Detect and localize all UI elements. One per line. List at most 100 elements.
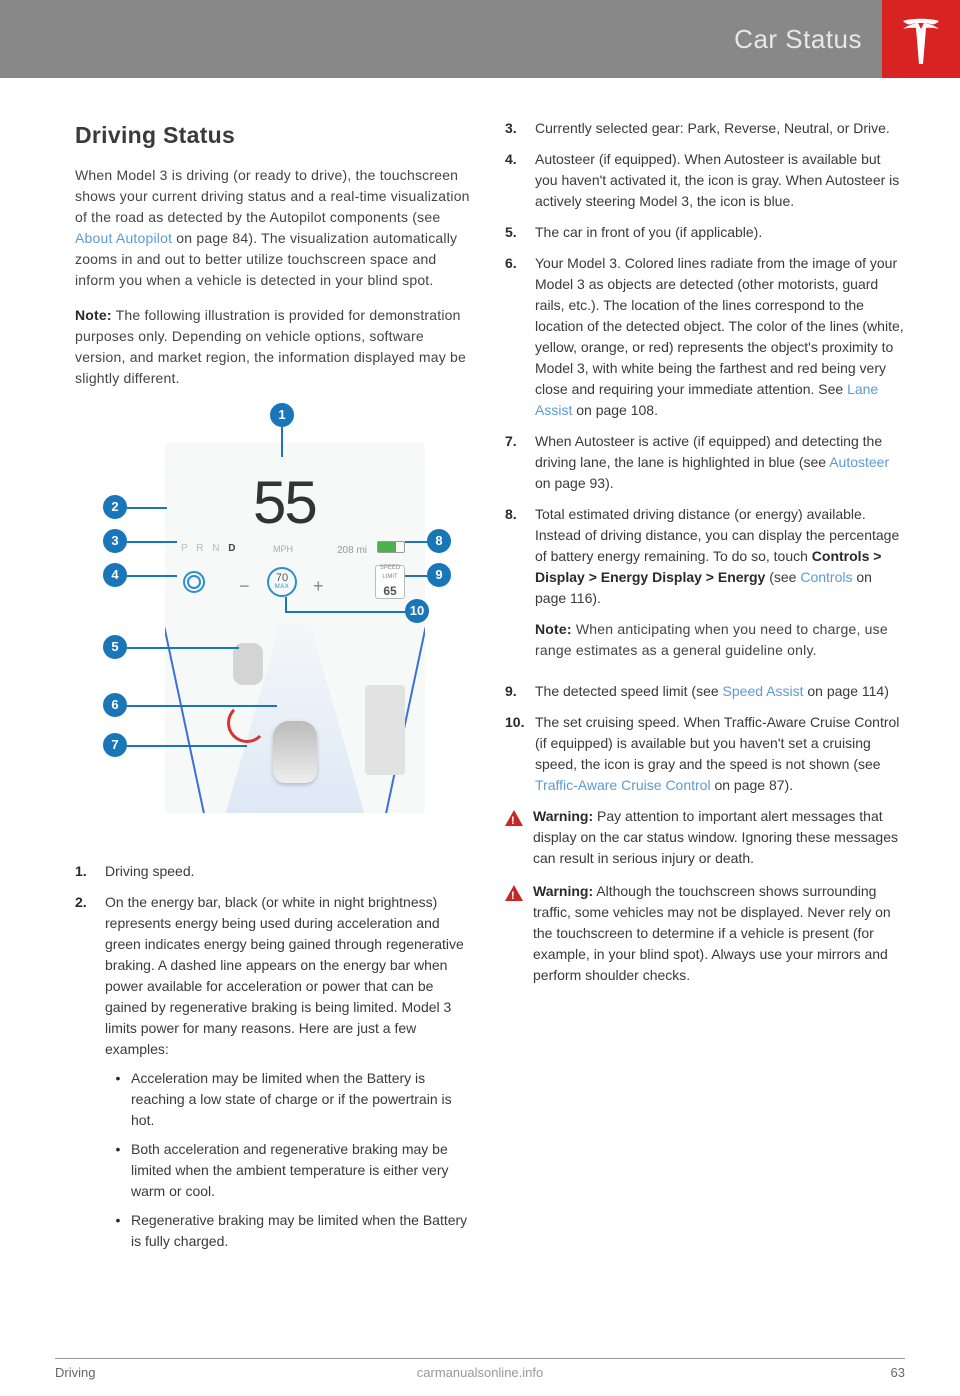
number-8: 8. [505,504,535,671]
item-6-pre: Your Model 3. Colored lines radiate from… [535,255,904,397]
callout-2: 2 [103,495,127,519]
list-item-3: 3. Currently selected gear: Park, Revers… [505,118,905,139]
sub-text-c: Regenerative braking may be limited when… [131,1210,475,1252]
cruise-max-label: MAX [275,584,290,590]
list-item-8: 8. Total estimated driving distance (or … [505,504,905,671]
item-7-body: When Autosteer is active (if equipped) a… [535,431,905,494]
tesla-logo [882,0,960,78]
item-2-body: On the energy bar, black (or white in ni… [105,892,475,1260]
item-10-body: The set cruising speed. When Traffic-Awa… [535,712,905,796]
list-item-7: 7. When Autosteer is active (if equipped… [505,431,905,494]
speed-assist-link[interactable]: Speed Assist [723,683,804,699]
touchscreen-mock: 55 P R N D MPH 208 mi − 70 MAX + SPEED L… [165,443,425,813]
right-list: 3. Currently selected gear: Park, Revers… [505,118,905,796]
warning-2: Warning: Although the touchscreen shows … [505,881,905,986]
bullet-icon: • [105,1139,131,1202]
list-item-9: 9. The detected speed limit (see Speed A… [505,681,905,702]
callout-7-line [127,745,247,747]
gear-indicator: P R N D [181,541,239,556]
callout-9-line [405,575,429,577]
note-paragraph: Note: The following illustration is prov… [75,305,475,389]
sub-text-a: Acceleration may be limited when the Bat… [131,1068,475,1131]
page-title: Car Status [734,20,862,59]
footer-watermark: carmanualsonline.info [417,1363,543,1383]
speed-value: 55 [253,458,316,548]
sublist-item: •Regenerative braking may be limited whe… [105,1210,475,1252]
item-3-body: Currently selected gear: Park, Reverse, … [535,118,905,139]
item-9-pre: The detected speed limit (see [535,683,723,699]
callout-8: 8 [427,529,451,553]
footer-page-number: 63 [891,1363,905,1383]
footer-left: Driving [55,1363,95,1383]
callout-10-line [285,611,407,613]
item-6-body: Your Model 3. Colored lines radiate from… [535,253,905,421]
speed-limit-icon: SPEED LIMIT 65 [375,565,405,599]
sublist-item: •Both acceleration and regenerative brak… [105,1139,475,1202]
cruise-speed-icon: 70 MAX [267,567,297,597]
road-visualization [165,613,425,813]
callout-6-line [127,705,277,707]
proximity-arc-icon [227,703,267,743]
controls-link[interactable]: Controls [800,569,852,585]
list-item-10: 10. The set cruising speed. When Traffic… [505,712,905,796]
callout-7: 7 [103,733,127,757]
autosteer-link[interactable]: Autosteer [829,454,889,470]
callout-9: 9 [427,563,451,587]
content-area: Driving Status When Model 3 is driving (… [0,78,960,1270]
number-7: 7. [505,431,535,494]
limit-value: 65 [383,582,396,600]
callout-1: 1 [270,403,294,427]
plus-icon: + [313,573,324,600]
right-column: 3. Currently selected gear: Park, Revers… [505,118,905,1270]
item-4-body: Autosteer (if equipped). When Autosteer … [535,149,905,212]
minus-icon: − [239,573,250,600]
section-heading: Driving Status [75,118,475,153]
left-column: Driving Status When Model 3 is driving (… [75,118,475,1270]
car-ahead-icon [233,643,263,685]
driving-status-illustration: 55 P R N D MPH 208 mi − 70 MAX + SPEED L… [95,403,455,843]
callout-5: 5 [103,635,127,659]
callout-4-line [127,575,177,577]
gears-inactive: P R N [181,543,228,554]
callout-10-line-v [285,597,287,613]
callout-3-line [127,541,177,543]
cruise-speed-value: 70 [276,573,288,584]
note-label: Note: [75,307,112,323]
truck-icon [365,685,405,775]
callout-2-line [127,507,167,509]
warning-label-1: Warning: [533,808,593,824]
callout-4: 4 [103,563,127,587]
tacc-link[interactable]: Traffic-Aware Cruise Control [535,777,711,793]
autosteer-icon [183,571,205,593]
item-9-body: The detected speed limit (see Speed Assi… [535,681,905,702]
page-header: Car Status [0,0,960,78]
callout-8-line [405,541,429,543]
sub-text-b: Both acceleration and regenerative braki… [131,1139,475,1202]
page-footer: Driving carmanualsonline.info 63 [55,1358,905,1383]
warning-2-body: Warning: Although the touchscreen shows … [533,881,905,986]
callout-5-line [127,647,239,649]
bullet-icon: • [105,1068,131,1131]
bullet-icon: • [105,1210,131,1252]
callout-10: 10 [405,599,429,623]
list-item-1: 1. Driving speed. [75,861,475,882]
gear-selected: D [228,543,238,554]
item-8-mid: (see [769,569,800,585]
callout-1-line [281,427,283,457]
left-list: 1. Driving speed. 2. On the energy bar, … [75,861,475,1260]
callout-6: 6 [103,693,127,717]
item-10-pre: The set cruising speed. When Traffic-Awa… [535,714,899,772]
item-2-sublist: •Acceleration may be limited when the Ba… [105,1068,475,1252]
note-text: The following illustration is provided f… [75,307,466,386]
item-9-post: on page 114) [807,683,888,699]
about-autopilot-link[interactable]: About Autopilot [75,230,172,246]
tesla-t-icon [896,14,946,64]
limit-top: SPEED [380,564,400,573]
number-10: 10. [505,712,535,796]
item-10-post: on page 87). [714,777,793,793]
warning-1: Warning: Pay attention to important aler… [505,806,905,869]
number-3: 3. [505,118,535,139]
limit-mid: LIMIT [382,573,397,582]
item-8-note: Note: When anticipating when you need to… [535,619,905,661]
item-1-body: Driving speed. [105,861,475,882]
